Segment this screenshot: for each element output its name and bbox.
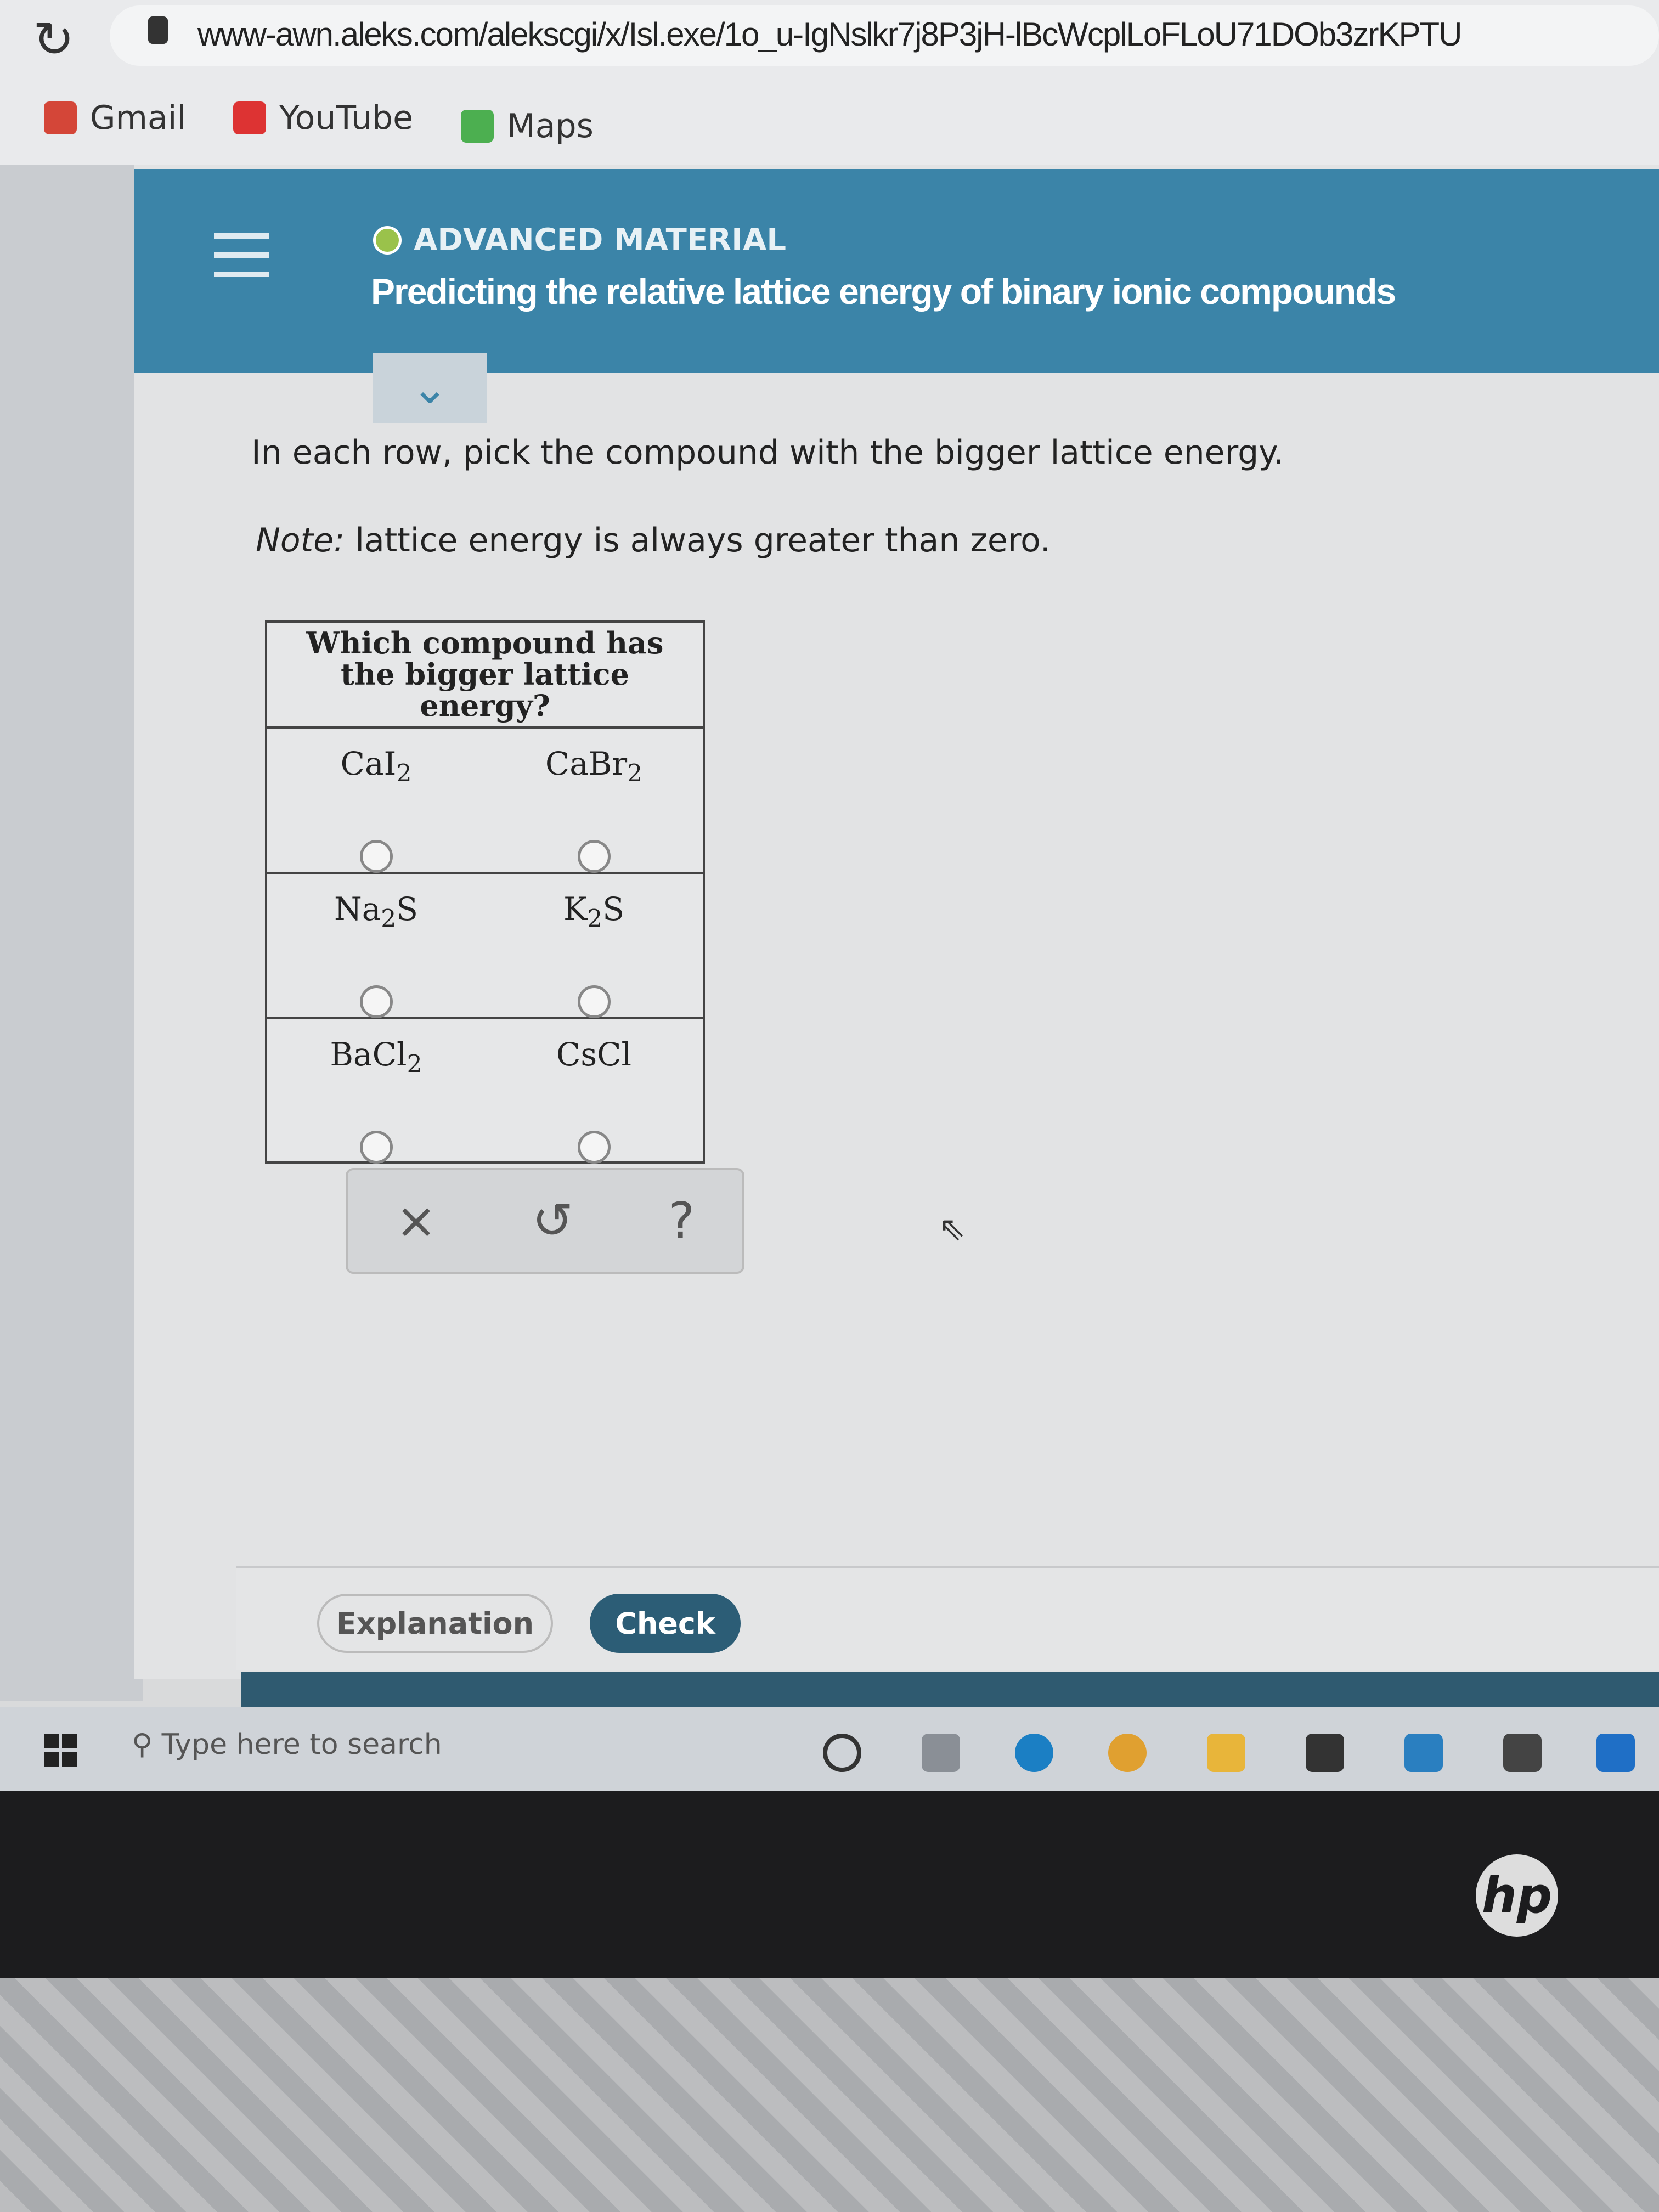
radio-option[interactable] [359,1130,393,1164]
maps-icon [461,110,494,143]
youtube-icon [233,101,266,134]
bookmark-maps[interactable]: Maps [461,107,594,145]
compound-label: BaCl2 [330,1036,422,1079]
laptop-keyboard-area [0,1978,1659,2212]
hp-logo: hp [1476,1854,1558,1937]
instruction: In each row, pick the compound with the … [251,433,1284,472]
bookmark-youtube[interactable]: YouTube [233,99,413,137]
file-explorer-icon[interactable] [1207,1734,1245,1772]
note: Note: lattice energy is always greater t… [256,521,1051,560]
reload-icon[interactable]: ↻ [33,11,74,69]
url-text[interactable]: www-awn.aleks.com/alekscgi/x/Isl.exe/1o_… [198,16,1462,53]
cortana-icon[interactable] [823,1734,861,1772]
table-header: Which compound has the bigger lattice en… [267,623,703,729]
radio-option[interactable] [359,985,393,1018]
dropbox-icon[interactable] [1503,1734,1542,1772]
table-row: Na2S K2S [267,874,703,1019]
gmail-icon [44,101,77,134]
compound-label: CaI2 [340,745,412,788]
undo-icon[interactable]: ↺ [532,1192,573,1250]
compound-label: K2S [563,890,625,933]
progress-dot-icon [373,225,402,255]
lock-icon [148,16,168,44]
radio-option[interactable] [577,985,611,1018]
help-icon[interactable]: ? [668,1192,695,1250]
mouse-cursor-icon: ⇖ [938,1210,966,1248]
check-button[interactable]: Check [590,1594,741,1653]
expand-chevron-button[interactable]: ⌄ [373,353,487,423]
edge-icon[interactable] [1015,1734,1053,1772]
radio-option[interactable] [577,1130,611,1164]
topic-title: Predicting the relative lattice energy o… [371,271,1396,312]
menu-icon[interactable] [214,233,269,277]
footer-stripe [241,1672,1659,1707]
compound-label: CaBr2 [545,745,643,788]
app-icon[interactable] [1596,1734,1635,1772]
mail-icon[interactable] [1404,1734,1443,1772]
radio-option[interactable] [359,839,393,873]
task-view-icon[interactable] [922,1734,960,1772]
taskbar-search[interactable]: ⚲ Type here to search [132,1728,442,1761]
table-row: BaCl2 CsCl [267,1019,703,1165]
compound-label: Na2S [334,890,419,933]
explanation-button[interactable]: Explanation [317,1594,553,1653]
topic-category: ADVANCED MATERIAL [373,222,786,258]
compound-label: CsCl [556,1036,632,1073]
answer-toolbar: × ↺ ? [346,1168,744,1274]
radio-option[interactable] [577,839,611,873]
bookmark-gmail[interactable]: Gmail [44,99,186,137]
laptop-bezel [0,1791,1659,1978]
answer-table: Which compound has the bigger lattice en… [265,620,705,1164]
store-icon[interactable] [1306,1734,1344,1772]
page-margin [0,165,143,1701]
search-icon: ⚲ [132,1728,162,1761]
chrome-icon[interactable] [1108,1734,1147,1772]
table-row: CaI2 CaBr2 [267,729,703,874]
windows-start-icon[interactable] [44,1734,77,1767]
chevron-down-icon: ⌄ [411,362,449,414]
clear-icon[interactable]: × [396,1192,437,1250]
